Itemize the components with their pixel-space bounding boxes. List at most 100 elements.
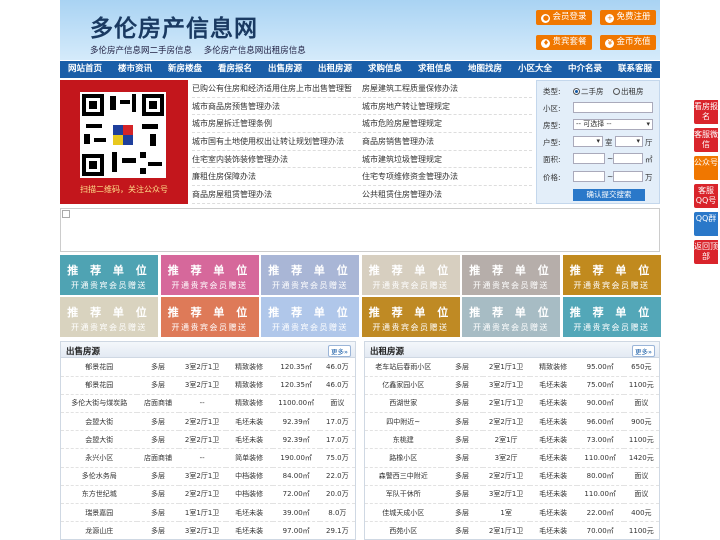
news-link[interactable]: 城市商品房预售管理办法 (192, 98, 362, 115)
news-link[interactable]: 城市国有土地使用权出让转让规划管理办法 (192, 133, 362, 150)
listing-community[interactable]: 永兴小区 (61, 448, 138, 468)
listing-row[interactable]: 会盟大街 多层 2室2厅1卫 毛坯未装 92.39㎡ 17.0万 (61, 412, 355, 432)
listing-community[interactable]: 东方世纪城 (61, 485, 138, 505)
recommended-unit-ad[interactable]: 推 荐 单 位开通贵宾会员赠送 (462, 297, 560, 337)
float-official-account[interactable]: 公众号 (694, 156, 718, 180)
listing-community[interactable]: 郁景花园 (61, 376, 138, 395)
nav-map[interactable]: 地图找房 (460, 61, 510, 78)
recommended-unit-ad[interactable]: 推 荐 单 位开通贵宾会员赠送 (261, 255, 359, 295)
recommended-unit-ad[interactable]: 推 荐 单 位开通贵宾会员赠送 (462, 255, 560, 295)
listing-row[interactable]: 东方世纪城 多层 2室2厅1卫 中档装修 72.00㎡ 20.0万 (61, 485, 355, 505)
listing-community[interactable]: 多伦大街与煤炭路 (61, 394, 138, 414)
room-select[interactable] (573, 136, 603, 147)
float-viewing-signup[interactable]: 看房报名 (694, 100, 718, 124)
radio-rental[interactable]: 出租房 (613, 86, 644, 97)
listing-row[interactable]: 老车站后春雨小区 多层 2室1厅1卫 精致装修 95.00㎡ 650元 (365, 358, 659, 377)
listing-row[interactable]: 多伦大街与煤炭路 店面商铺 -- 精致装修 1100.00㎡ 面议 (61, 394, 355, 414)
recommended-unit-ad[interactable]: 推 荐 单 位开通贵宾会员赠送 (562, 297, 661, 337)
recommended-unit-ad[interactable]: 推 荐 单 位开通贵宾会员赠送 (361, 297, 460, 337)
register-button[interactable]: + 免费注册 (600, 10, 656, 25)
nav-news[interactable]: 楼市资讯 (110, 61, 160, 78)
news-link[interactable]: 公共租赁住房管理办法 (362, 186, 532, 203)
listing-community[interactable]: 路橡小区 (365, 448, 442, 468)
listing-community[interactable]: 西苑小区 (365, 521, 442, 539)
recommended-unit-ad[interactable]: 推 荐 单 位开通贵宾会员赠送 (60, 297, 158, 337)
recommended-unit-ad[interactable]: 推 荐 单 位开通贵宾会员赠送 (60, 255, 158, 295)
radio-secondhand[interactable]: 二手房 (573, 86, 604, 97)
nav-wanted-buy[interactable]: 求购信息 (360, 61, 410, 78)
news-link[interactable]: 城市建筑垃圾管理规定 (362, 151, 532, 168)
listing-row[interactable]: 亿鑫家园小区 多层 3室2厅1卫 毛坯未装 75.00㎡ 1100元 (365, 376, 659, 395)
listing-row[interactable]: 多伦水务局 多层 3室2厅1卫 中档装修 84.00㎡ 22.0万 (61, 467, 355, 486)
community-input[interactable] (573, 102, 653, 113)
recommended-unit-ad[interactable]: 推 荐 单 位开通贵宾会员赠送 (261, 297, 359, 337)
house-type-select[interactable]: -- 可选择 -- (573, 119, 653, 130)
area-min-input[interactable] (573, 153, 605, 164)
login-button[interactable]: ● 会员登录 (536, 10, 592, 25)
listing-community[interactable]: 瑞景嘉园 (61, 503, 138, 523)
news-link[interactable]: 商品房屋租赁管理办法 (192, 186, 362, 203)
news-link[interactable]: 商品房销售管理办法 (362, 133, 532, 150)
price-max-input[interactable] (613, 171, 643, 182)
listing-row[interactable]: 佳城天成小区 多层 1室 毛坯未装 22.00㎡ 400元 (365, 503, 659, 523)
listing-community[interactable]: 佳城天成小区 (365, 503, 442, 523)
nav-wanted-rent[interactable]: 求租信息 (410, 61, 460, 78)
recommended-unit-ad[interactable]: 推 荐 单 位开通贵宾会员赠送 (361, 255, 460, 295)
price-min-input[interactable] (573, 171, 605, 182)
sublink-rent[interactable]: 多伦房产信息网出租房信息 (204, 46, 306, 56)
listing-community[interactable]: 会盟大街 (61, 412, 138, 432)
area-max-input[interactable] (613, 153, 643, 164)
listing-community[interactable]: 四中附近~ (365, 412, 442, 432)
listing-row[interactable]: 西湖世家 多层 2室1厅1卫 毛坯未装 90.00㎡ 面议 (365, 394, 659, 414)
rent-more-button[interactable]: 更多» (632, 345, 655, 357)
recommended-unit-ad[interactable]: 推 荐 单 位开通贵宾会员赠送 (160, 297, 259, 337)
listing-community[interactable]: 龙源山庄 (61, 521, 138, 539)
listing-row[interactable]: 森警西三中附近 多层 2室2厅1卫 毛坯未装 80.00㎡ 面议 (365, 467, 659, 486)
listing-row[interactable]: 瑞景嘉园 多层 1室1厅1卫 毛坯未装 39.00㎡ 8.0万 (61, 503, 355, 523)
recommended-unit-ad[interactable]: 推 荐 单 位开通贵宾会员赠送 (160, 255, 259, 295)
listing-row[interactable]: 郁景花园 多层 3室2厅1卫 精致装修 120.35㎡ 46.0万 (61, 376, 355, 395)
listing-community[interactable]: 会盟大街 (61, 430, 138, 450)
ad-banner[interactable] (60, 208, 660, 252)
listing-row[interactable]: 东桃建 多层 2室1厅 毛坯未装 73.00㎡ 1100元 (365, 430, 659, 450)
listing-community[interactable]: 亿鑫家园小区 (365, 376, 442, 395)
nav-for-sale[interactable]: 出售房源 (260, 61, 310, 78)
nav-for-rent[interactable]: 出租房源 (310, 61, 360, 78)
nav-home[interactable]: 网站首页 (60, 61, 110, 78)
site-logo[interactable]: 多伦房产信息网 (90, 9, 258, 43)
listing-community[interactable]: 军队干休所 (365, 485, 442, 505)
news-link[interactable]: 房屋建筑工程质量保修办法 (362, 80, 532, 97)
listing-row[interactable]: 永兴小区 店面商铺 -- 简单装修 190.00㎡ 75.0万 (61, 448, 355, 468)
news-link[interactable]: 住宅室内装饰装修管理办法 (192, 151, 362, 168)
search-submit-button[interactable]: 确认提交搜索 (573, 189, 645, 201)
listing-community[interactable]: 森警西三中附近 (365, 467, 442, 486)
recommended-unit-ad[interactable]: 推 荐 单 位开通贵宾会员赠送 (562, 255, 661, 295)
listing-row[interactable]: 路橡小区 多层 3室2厅 毛坯未装 110.00㎡ 1420元 (365, 448, 659, 468)
listing-row[interactable]: 军队干休所 多层 3室2厅1卫 毛坯未装 110.00㎡ 面议 (365, 485, 659, 505)
coin-recharge-button[interactable]: ¥ 金币充值 (600, 35, 656, 50)
float-qq-group[interactable]: QQ群 (694, 212, 718, 236)
float-back-to-top[interactable]: 返回顶部 (694, 240, 718, 264)
news-link[interactable]: 城市房地产转让管理规定 (362, 98, 532, 115)
listing-row[interactable]: 四中附近~ 多层 2室2厅1卫 毛坯未装 96.00㎡ 900元 (365, 412, 659, 432)
sublink-sale[interactable]: 多伦房产信息网二手房信息 (90, 46, 192, 56)
float-service-qq[interactable]: 客服QQ号 (694, 184, 718, 208)
hall-select[interactable] (615, 136, 643, 147)
vip-package-button[interactable]: ♦ 贵宾套餐 (536, 35, 592, 50)
listing-row[interactable]: 西苑小区 多层 2室1厅1卫 毛坯未装 70.00㎡ 1100元 (365, 521, 659, 539)
news-link[interactable]: 城市房屋拆迁管理条例 (192, 115, 362, 132)
nav-contact[interactable]: 联系客服 (610, 61, 660, 78)
nav-agents[interactable]: 中介名录 (560, 61, 610, 78)
listing-row[interactable]: 龙源山庄 多层 3室2厅1卫 毛坯未装 97.00㎡ 29.1万 (61, 521, 355, 539)
news-link[interactable]: 已购公有住房和经济适用住房上市出售管理暂 (192, 80, 362, 97)
listing-row[interactable]: 郁景花园 多层 3室2厅1卫 精致装修 120.35㎡ 46.0万 (61, 358, 355, 377)
nav-communities[interactable]: 小区大全 (510, 61, 560, 78)
nav-viewing-signup[interactable]: 看房报名 (210, 61, 260, 78)
news-link[interactable]: 廉租住房保障办法 (192, 168, 362, 185)
listing-community[interactable]: 西湖世家 (365, 394, 442, 414)
nav-new-homes[interactable]: 新房楼盘 (160, 61, 210, 78)
listing-row[interactable]: 会盟大街 多层 2室2厅1卫 毛坯未装 92.39㎡ 17.0万 (61, 430, 355, 450)
listing-community[interactable]: 东桃建 (365, 430, 442, 450)
sale-more-button[interactable]: 更多» (328, 345, 351, 357)
news-link[interactable]: 住宅专项维修资金管理办法 (362, 168, 532, 185)
